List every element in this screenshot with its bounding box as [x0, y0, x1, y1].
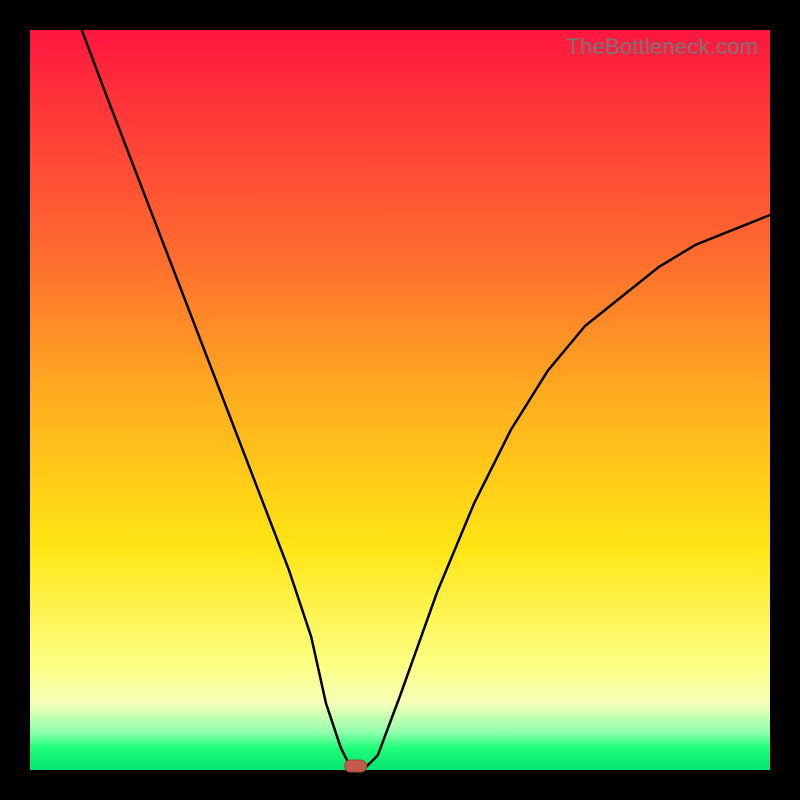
- bottleneck-curve: [82, 30, 770, 770]
- plot-area: TheBottleneck.com: [30, 30, 770, 770]
- chart-frame: TheBottleneck.com: [0, 0, 800, 800]
- curve-svg: [30, 30, 770, 770]
- min-notch: [345, 760, 367, 772]
